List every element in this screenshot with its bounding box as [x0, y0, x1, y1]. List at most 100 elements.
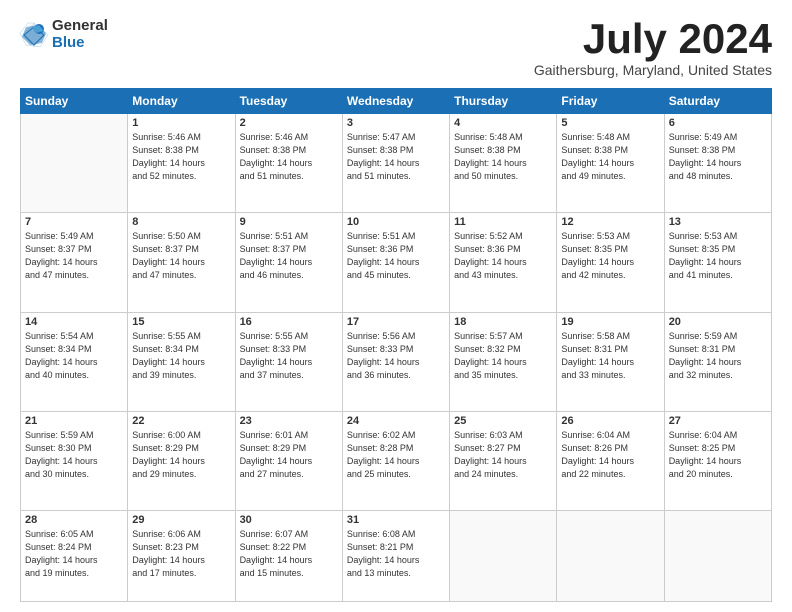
table-row	[21, 114, 128, 213]
table-row: 12 Sunrise: 5:53 AM Sunset: 8:35 PM Dayli…	[557, 213, 664, 312]
page: General Blue July 2024 Gaithersburg, Mar…	[0, 0, 792, 612]
cell-info: Sunrise: 5:47 AM Sunset: 8:38 PM Dayligh…	[347, 131, 445, 183]
calendar-week-row: 14Sunrise: 5:54 AM Sunset: 8:34 PM Dayli…	[21, 312, 772, 411]
day-number: 9	[240, 216, 338, 228]
cell-info: Sunrise: 6:03 AM Sunset: 8:27 PM Dayligh…	[454, 429, 552, 481]
table-row: 14Sunrise: 5:54 AM Sunset: 8:34 PM Dayli…	[21, 312, 128, 411]
cell-info: Sunrise: 5:49 AM Sunset: 8:38 PM Dayligh…	[669, 131, 767, 183]
cell-info: Sunrise: 5:48 AM Sunset: 8:38 PM Dayligh…	[454, 131, 552, 183]
cell-info: Sunrise: 5:51 AM Sunset: 8:37 PM Dayligh…	[240, 230, 338, 282]
table-row: 4 Sunrise: 5:48 AM Sunset: 8:38 PM Daylig…	[450, 114, 557, 213]
table-row: 20Sunrise: 5:59 AM Sunset: 8:31 PM Dayli…	[664, 312, 771, 411]
calendar-title: July 2024	[534, 18, 772, 60]
table-row: 18 Sunrise: 5:57 AM Sunset: 8:32 PM Dayli…	[450, 312, 557, 411]
cell-info: Sunrise: 5:58 AM Sunset: 8:31 PM Dayligh…	[561, 330, 659, 382]
cell-info: Sunrise: 5:52 AM Sunset: 8:36 PM Dayligh…	[454, 230, 552, 282]
col-saturday: Saturday	[664, 89, 771, 114]
cell-info: Sunrise: 5:50 AM Sunset: 8:37 PM Dayligh…	[132, 230, 230, 282]
day-number: 27	[669, 415, 767, 427]
day-number: 8	[132, 216, 230, 228]
cell-info: Sunrise: 5:53 AM Sunset: 8:35 PM Dayligh…	[561, 230, 659, 282]
calendar-table: Sunday Monday Tuesday Wednesday Thursday…	[20, 88, 772, 602]
day-number: 31	[347, 514, 445, 526]
table-row: 30 Sunrise: 6:07 AM Sunset: 8:22 PM Dayli…	[235, 511, 342, 602]
table-row: 8 Sunrise: 5:50 AM Sunset: 8:37 PM Daylig…	[128, 213, 235, 312]
col-friday: Friday	[557, 89, 664, 114]
day-number: 2	[240, 117, 338, 129]
table-row: 1 Sunrise: 5:46 AM Sunset: 8:38 PM Daylig…	[128, 114, 235, 213]
cell-info: Sunrise: 5:46 AM Sunset: 8:38 PM Dayligh…	[132, 131, 230, 183]
cell-info: Sunrise: 5:53 AM Sunset: 8:35 PM Dayligh…	[669, 230, 767, 282]
col-monday: Monday	[128, 89, 235, 114]
table-row: 3 Sunrise: 5:47 AM Sunset: 8:38 PM Daylig…	[342, 114, 449, 213]
cell-info: Sunrise: 5:55 AM Sunset: 8:34 PM Dayligh…	[132, 330, 230, 382]
cell-info: Sunrise: 5:48 AM Sunset: 8:38 PM Dayligh…	[561, 131, 659, 183]
day-number: 5	[561, 117, 659, 129]
table-row: 17Sunrise: 5:56 AM Sunset: 8:33 PM Dayli…	[342, 312, 449, 411]
table-row: 9 Sunrise: 5:51 AM Sunset: 8:37 PM Daylig…	[235, 213, 342, 312]
logo: General Blue	[20, 18, 108, 51]
calendar-week-row: 7 Sunrise: 5:49 AM Sunset: 8:37 PM Daylig…	[21, 213, 772, 312]
cell-info: Sunrise: 6:08 AM Sunset: 8:21 PM Dayligh…	[347, 528, 445, 580]
table-row: 7 Sunrise: 5:49 AM Sunset: 8:37 PM Daylig…	[21, 213, 128, 312]
day-number: 21	[25, 415, 123, 427]
day-number: 4	[454, 117, 552, 129]
cell-info: Sunrise: 5:46 AM Sunset: 8:38 PM Dayligh…	[240, 131, 338, 183]
cell-info: Sunrise: 5:55 AM Sunset: 8:33 PM Dayligh…	[240, 330, 338, 382]
day-number: 16	[240, 316, 338, 328]
table-row: 2 Sunrise: 5:46 AM Sunset: 8:38 PM Daylig…	[235, 114, 342, 213]
calendar-week-row: 21 Sunrise: 5:59 AM Sunset: 8:30 PM Dayli…	[21, 411, 772, 510]
table-row: 16 Sunrise: 5:55 AM Sunset: 8:33 PM Dayli…	[235, 312, 342, 411]
day-number: 3	[347, 117, 445, 129]
cell-info: Sunrise: 6:04 AM Sunset: 8:26 PM Dayligh…	[561, 429, 659, 481]
table-row	[664, 511, 771, 602]
table-row	[450, 511, 557, 602]
cell-info: Sunrise: 6:02 AM Sunset: 8:28 PM Dayligh…	[347, 429, 445, 481]
cell-info: Sunrise: 5:49 AM Sunset: 8:37 PM Dayligh…	[25, 230, 123, 282]
day-number: 22	[132, 415, 230, 427]
cell-info: Sunrise: 6:04 AM Sunset: 8:25 PM Dayligh…	[669, 429, 767, 481]
table-row: 21 Sunrise: 5:59 AM Sunset: 8:30 PM Dayli…	[21, 411, 128, 510]
table-row: 6Sunrise: 5:49 AM Sunset: 8:38 PM Daylig…	[664, 114, 771, 213]
cell-info: Sunrise: 6:05 AM Sunset: 8:24 PM Dayligh…	[25, 528, 123, 580]
title-block: July 2024 Gaithersburg, Maryland, United…	[534, 18, 772, 78]
col-tuesday: Tuesday	[235, 89, 342, 114]
calendar-week-row: 28Sunrise: 6:05 AM Sunset: 8:24 PM Dayli…	[21, 511, 772, 602]
logo-blue-label: Blue	[52, 35, 108, 52]
table-row	[557, 511, 664, 602]
day-number: 25	[454, 415, 552, 427]
header: General Blue July 2024 Gaithersburg, Mar…	[20, 18, 772, 78]
table-row: 15Sunrise: 5:55 AM Sunset: 8:34 PM Dayli…	[128, 312, 235, 411]
day-number: 20	[669, 316, 767, 328]
table-row: 25 Sunrise: 6:03 AM Sunset: 8:27 PM Dayli…	[450, 411, 557, 510]
col-thursday: Thursday	[450, 89, 557, 114]
logo-icon	[20, 21, 48, 49]
day-number: 7	[25, 216, 123, 228]
table-row: 19Sunrise: 5:58 AM Sunset: 8:31 PM Dayli…	[557, 312, 664, 411]
col-sunday: Sunday	[21, 89, 128, 114]
table-row: 5 Sunrise: 5:48 AM Sunset: 8:38 PM Daylig…	[557, 114, 664, 213]
table-row: 22 Sunrise: 6:00 AM Sunset: 8:29 PM Dayli…	[128, 411, 235, 510]
cell-info: Sunrise: 6:00 AM Sunset: 8:29 PM Dayligh…	[132, 429, 230, 481]
cell-info: Sunrise: 6:07 AM Sunset: 8:22 PM Dayligh…	[240, 528, 338, 580]
col-wednesday: Wednesday	[342, 89, 449, 114]
day-number: 11	[454, 216, 552, 228]
cell-info: Sunrise: 5:59 AM Sunset: 8:30 PM Dayligh…	[25, 429, 123, 481]
calendar-header-row: Sunday Monday Tuesday Wednesday Thursday…	[21, 89, 772, 114]
day-number: 13	[669, 216, 767, 228]
day-number: 18	[454, 316, 552, 328]
day-number: 30	[240, 514, 338, 526]
cell-info: Sunrise: 6:01 AM Sunset: 8:29 PM Dayligh…	[240, 429, 338, 481]
day-number: 17	[347, 316, 445, 328]
cell-info: Sunrise: 5:54 AM Sunset: 8:34 PM Dayligh…	[25, 330, 123, 382]
day-number: 29	[132, 514, 230, 526]
table-row: 28Sunrise: 6:05 AM Sunset: 8:24 PM Dayli…	[21, 511, 128, 602]
cell-info: Sunrise: 5:57 AM Sunset: 8:32 PM Dayligh…	[454, 330, 552, 382]
day-number: 12	[561, 216, 659, 228]
day-number: 1	[132, 117, 230, 129]
cell-info: Sunrise: 6:06 AM Sunset: 8:23 PM Dayligh…	[132, 528, 230, 580]
table-row: 13 Sunrise: 5:53 AM Sunset: 8:35 PM Dayli…	[664, 213, 771, 312]
cell-info: Sunrise: 5:51 AM Sunset: 8:36 PM Dayligh…	[347, 230, 445, 282]
calendar-location: Gaithersburg, Maryland, United States	[534, 62, 772, 78]
table-row: 24Sunrise: 6:02 AM Sunset: 8:28 PM Dayli…	[342, 411, 449, 510]
